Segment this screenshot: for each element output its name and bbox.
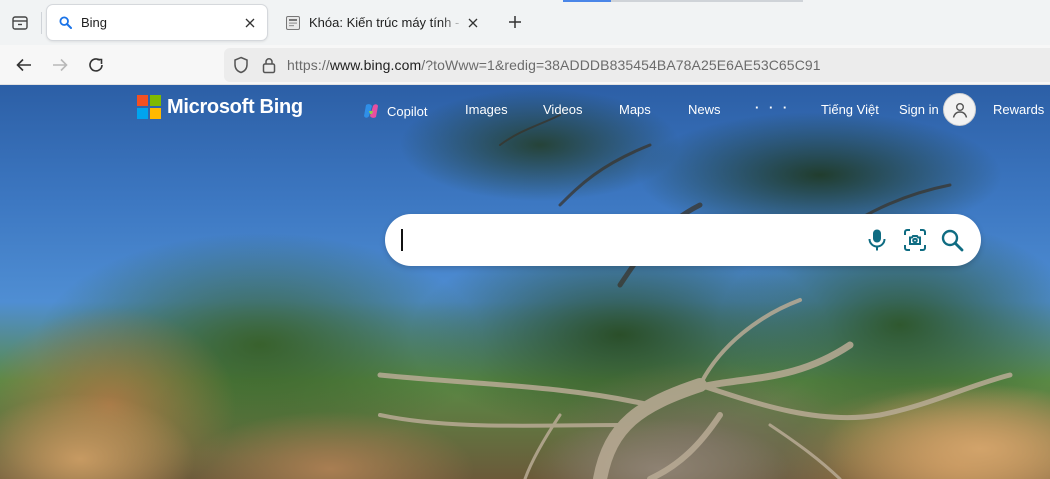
url-path: /?toWww=1&redig=38ADDDB835454BA78A25E6AE… <box>421 57 821 73</box>
bing-search-icon <box>57 15 73 31</box>
nav-news[interactable]: News <box>688 102 721 117</box>
new-tab-button[interactable] <box>503 10 527 34</box>
reload-button[interactable] <box>82 51 110 79</box>
page-doc-icon <box>285 15 301 31</box>
microsoft-logo-icon <box>137 95 161 119</box>
close-tab-icon[interactable] <box>241 14 259 32</box>
tab-bing[interactable]: Bing <box>46 4 268 41</box>
tab-strip-accent <box>563 0 611 2</box>
tab-actions-button[interactable] <box>6 9 34 37</box>
nav-images[interactable]: Images <box>465 102 508 117</box>
rewards-link[interactable]: Rewards <box>993 102 1044 117</box>
lock-icon[interactable] <box>260 56 278 74</box>
arrow-right-icon <box>53 58 68 72</box>
bing-homepage: Microsoft Bing Copilot Images Videos Map… <box>0 85 1050 479</box>
reload-icon <box>89 58 103 72</box>
nav-copilot-label: Copilot <box>387 103 428 119</box>
tab-strip-accent-line <box>611 0 803 2</box>
url-scheme: https:// <box>287 57 330 73</box>
url-text[interactable]: https://www.bing.com/?toWww=1&redig=38AD… <box>287 57 821 73</box>
shield-icon[interactable] <box>232 56 250 74</box>
nav-videos[interactable]: Videos <box>543 102 583 117</box>
text-cursor <box>401 229 403 251</box>
tab-actions-icon <box>12 16 28 30</box>
nav-more-button[interactable]: · · · <box>755 100 790 115</box>
visual-search-icon[interactable] <box>901 226 929 254</box>
tab-strip: Bing Khóa: Kiến trúc máy tính - 65.CNTT <box>0 0 1050 45</box>
microphone-icon[interactable] <box>863 226 891 254</box>
close-tab-icon[interactable] <box>464 14 482 32</box>
tab-khoa[interactable]: Khóa: Kiến trúc máy tính - 65.CNTT <box>275 4 490 41</box>
background-image <box>377 114 1013 479</box>
url-host: www.bing.com <box>329 57 422 73</box>
nav-maps[interactable]: Maps <box>619 102 651 117</box>
bing-logo[interactable]: Microsoft Bing <box>137 95 303 119</box>
search-box[interactable] <box>385 214 981 266</box>
back-button[interactable] <box>10 51 38 79</box>
tab-separator <box>41 12 42 34</box>
browser-toolbar: https://www.bing.com/?toWww=1&redig=38AD… <box>0 45 1050 85</box>
plus-icon <box>509 16 521 28</box>
language-link[interactable]: Tiếng Việt <box>821 102 879 117</box>
tab-title: Bing <box>81 15 108 30</box>
copilot-icon <box>364 104 378 118</box>
arrow-left-icon <box>16 58 31 72</box>
logo-text: Microsoft Bing <box>167 95 303 118</box>
avatar[interactable] <box>943 93 976 126</box>
user-icon <box>952 102 967 118</box>
address-bar[interactable]: https://www.bing.com/?toWww=1&redig=38AD… <box>224 48 1050 82</box>
forward-button[interactable] <box>46 51 74 79</box>
nav-copilot[interactable]: Copilot <box>362 102 427 120</box>
search-input[interactable] <box>407 224 857 256</box>
sign-in-link[interactable]: Sign in <box>899 102 939 117</box>
search-icon[interactable] <box>938 226 966 254</box>
tab-title: Khóa: Kiến trúc máy tính - 65.CNTT <box>309 15 464 30</box>
